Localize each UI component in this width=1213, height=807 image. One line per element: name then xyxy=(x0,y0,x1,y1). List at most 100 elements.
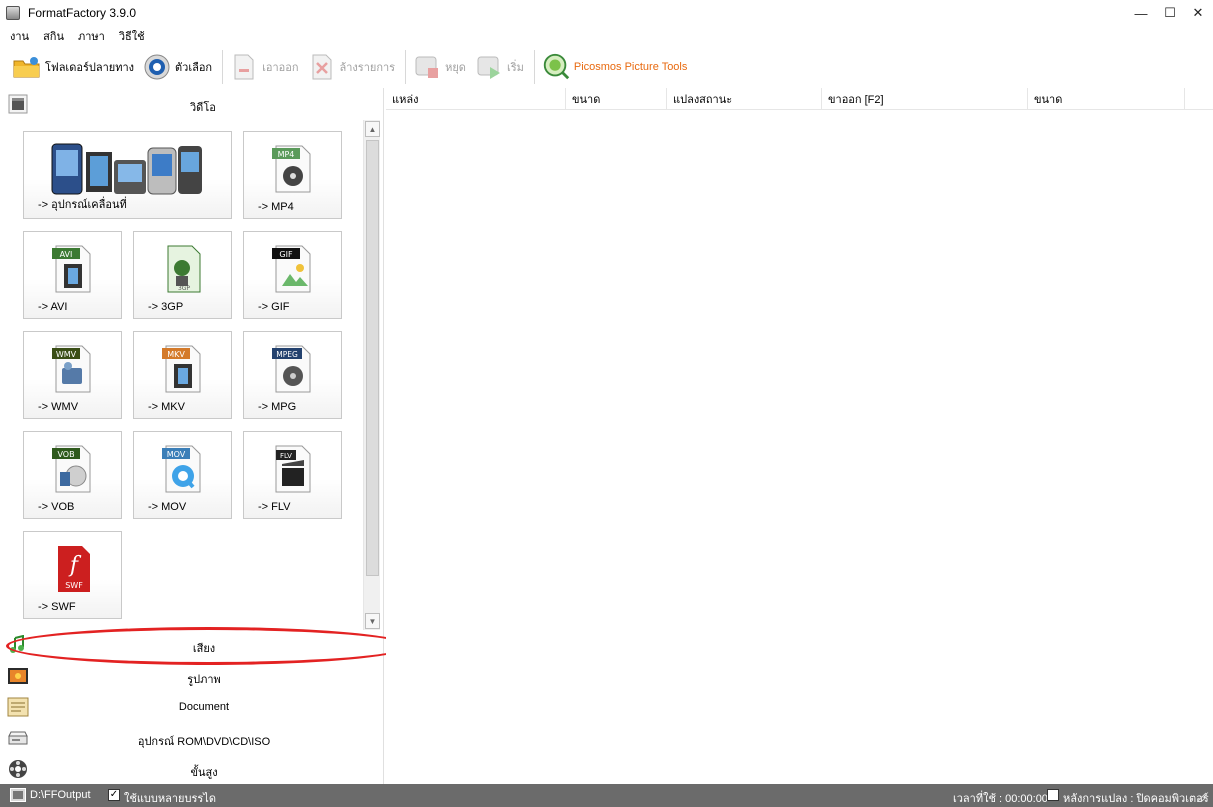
mov-file-icon: MOV xyxy=(160,444,206,497)
column-convert-status[interactable]: แปลงสถานะ xyxy=(667,88,822,110)
category-rom-dvd-label: อุปกรณ์ ROM\DVD\CD\ISO xyxy=(137,736,271,748)
mpg-file-icon: MPEG xyxy=(270,344,316,397)
svg-text:SWF: SWF xyxy=(65,581,83,590)
minimize-button[interactable]: — xyxy=(1126,0,1156,26)
multithread-label: ใช้แบบหลายบรรได xyxy=(124,793,216,805)
tile-label: -> VOB xyxy=(38,501,75,513)
status-bar: D:\FFOutput ✓ ใช้แบบหลายบรรได เวลาที่ใช้… xyxy=(0,784,1213,807)
tile-3gp[interactable]: 3GP -> 3GP xyxy=(133,231,232,319)
category-panel: วิดีโอ -> อุปกรณ์เคลื่อนที่ MP4 -> MP4 A… xyxy=(0,88,384,784)
tile-flv[interactable]: FLV -> FLV xyxy=(243,431,342,519)
category-video-label: วิดีโอ xyxy=(190,102,216,114)
tile-mp4[interactable]: MP4 -> MP4 xyxy=(243,131,342,219)
highlight-ellipse xyxy=(6,627,410,665)
tile-label: -> AVI xyxy=(38,301,68,313)
resize-grip-icon[interactable] xyxy=(1195,790,1207,805)
vob-file-icon: VOB xyxy=(50,444,96,497)
svg-text:GIF: GIF xyxy=(279,250,293,259)
category-picture[interactable]: รูปภาพ xyxy=(0,661,384,692)
tile-mov[interactable]: MOV -> MOV xyxy=(133,431,232,519)
menu-language[interactable]: ภาษา xyxy=(78,27,105,45)
tiles-scrollbar[interactable]: ▲ ▼ xyxy=(363,120,380,630)
remove-label: เอาออก xyxy=(262,62,299,74)
output-folder-icon[interactable] xyxy=(10,788,26,805)
tile-label: -> อุปกรณ์เคลื่อนที่ xyxy=(38,199,127,211)
flv-file-icon: FLV xyxy=(270,444,316,497)
mp4-file-icon: MP4 xyxy=(270,144,316,197)
svg-text:FLV: FLV xyxy=(280,452,292,460)
mkv-file-icon: MKV xyxy=(160,344,206,397)
column-output-size[interactable]: ขนาด xyxy=(1028,88,1185,110)
menu-task[interactable]: งาน xyxy=(10,27,29,45)
output-folder-button[interactable]: โฟลเดอร์ปลายทาง xyxy=(12,50,134,84)
remove-button[interactable]: เอาออก xyxy=(229,50,299,84)
menu-help[interactable]: วิธีใช้ xyxy=(119,27,145,45)
category-rom-dvd[interactable]: อุปกรณ์ ROM\DVD\CD\ISO xyxy=(0,723,384,754)
category-advanced[interactable]: ขั้นสูง xyxy=(0,754,384,785)
stop-icon xyxy=(412,53,442,81)
tile-vob[interactable]: VOB -> VOB xyxy=(23,431,122,519)
video-format-tiles: -> อุปกรณ์เคลื่อนที่ MP4 -> MP4 AVI -> A… xyxy=(0,120,362,620)
picosmos-label: Picosmos Picture Tools xyxy=(573,61,688,73)
wmv-file-icon: WMV xyxy=(50,344,96,397)
tile-wmv[interactable]: WMV -> WMV xyxy=(23,331,122,419)
scroll-down-icon[interactable]: ▼ xyxy=(365,613,380,629)
task-list[interactable]: แหล่ง ขนาด แปลงสถานะ ขาออก [F2] ขนาด xyxy=(386,88,1213,784)
toolbar-separator xyxy=(222,50,224,84)
app-icon xyxy=(6,6,20,20)
tile-label: -> SWF xyxy=(38,601,76,613)
clear-list-icon xyxy=(307,53,337,81)
clear-list-label: ล้างรายการ xyxy=(339,62,396,74)
avi-file-icon: AVI xyxy=(50,244,96,297)
menu-skin[interactable]: สกิน xyxy=(43,27,64,45)
tile-mobile[interactable]: -> อุปกรณ์เคลื่อนที่ xyxy=(23,131,232,219)
tile-label: -> MKV xyxy=(148,401,185,413)
tile-mpg[interactable]: MPEG -> MPG xyxy=(243,331,342,419)
options-button[interactable]: ตัวเลือก xyxy=(142,50,212,84)
maximize-button[interactable]: ☐ xyxy=(1155,0,1185,26)
start-button[interactable]: เริ่ม xyxy=(474,50,524,84)
options-label: ตัวเลือก xyxy=(175,62,213,74)
film-clapper-icon xyxy=(8,94,28,114)
column-output[interactable]: ขาออก [F2] xyxy=(822,88,1028,110)
mobile-devices-icon xyxy=(48,138,208,201)
column-source[interactable]: แหล่ง xyxy=(386,88,566,110)
remove-file-icon xyxy=(229,53,259,81)
category-picture-label: รูปภาพ xyxy=(187,674,221,686)
tile-mkv[interactable]: MKV -> MKV xyxy=(133,331,232,419)
stop-button[interactable]: หยุด xyxy=(412,50,466,84)
svg-text:WMV: WMV xyxy=(55,350,76,359)
multithread-checkbox[interactable]: ✓ xyxy=(108,789,120,801)
tile-label: -> MPG xyxy=(258,401,297,413)
swf-file-icon: f SWF xyxy=(50,544,96,597)
tile-label: -> MOV xyxy=(148,501,187,513)
menu-bar: งาน สกิน ภาษา วิธีใช้ xyxy=(0,26,1213,46)
title-bar: FormatFactory 3.9.0 — ☐ ✕ xyxy=(0,0,1213,26)
tile-gif[interactable]: GIF -> GIF xyxy=(243,231,342,319)
tile-avi[interactable]: AVI -> AVI xyxy=(23,231,122,319)
picosmos-button[interactable]: Picosmos Picture Tools xyxy=(541,50,688,84)
column-size[interactable]: ขนาด xyxy=(566,88,667,110)
stop-label: หยุด xyxy=(445,62,466,74)
window-title: FormatFactory 3.9.0 xyxy=(28,6,137,20)
elapsed-time: เวลาที่ใช้ : 00:00:00 xyxy=(953,793,1048,805)
gif-file-icon: GIF xyxy=(270,244,316,297)
after-convert-label: หลังการแปลง : ปิดคอมพิวเตอร์ xyxy=(1063,793,1209,805)
svg-text:MP4: MP4 xyxy=(277,150,294,159)
svg-text:MPEG: MPEG xyxy=(276,350,298,359)
category-document[interactable]: Document xyxy=(0,692,384,723)
tile-swf[interactable]: f SWF -> SWF xyxy=(23,531,122,619)
clear-list-button[interactable]: ล้างรายการ xyxy=(307,50,396,84)
scroll-up-icon[interactable]: ▲ xyxy=(365,121,380,137)
toolbar-separator xyxy=(533,50,535,84)
after-convert-checkbox[interactable] xyxy=(1047,789,1059,801)
category-video[interactable]: วิดีโอ xyxy=(0,88,384,120)
svg-text:AVI: AVI xyxy=(59,250,72,259)
output-path[interactable]: D:\FFOutput xyxy=(30,789,91,801)
svg-text:3GP: 3GP xyxy=(177,285,189,292)
svg-text:MOV: MOV xyxy=(166,450,185,459)
scroll-thumb[interactable] xyxy=(366,140,379,576)
close-button[interactable]: ✕ xyxy=(1183,0,1213,26)
magnifier-icon xyxy=(541,53,571,81)
svg-text:MKV: MKV xyxy=(167,350,185,359)
